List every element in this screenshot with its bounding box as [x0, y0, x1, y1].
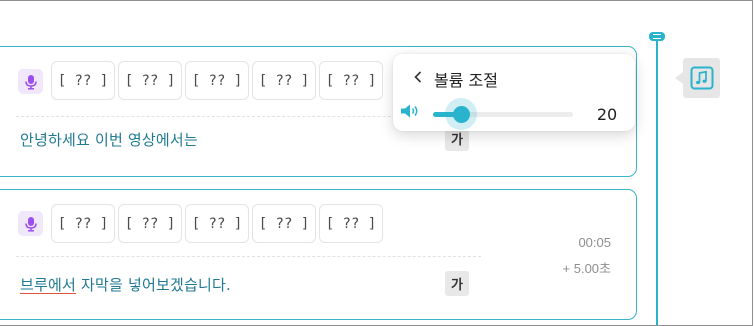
word-chip[interactable]: [ ?? ] — [51, 204, 115, 243]
word-chip[interactable]: [ ?? ] — [319, 61, 383, 100]
divider — [16, 256, 481, 257]
mic-icon[interactable] — [18, 69, 43, 94]
subtitle-text-rest: 자막을 넣어보겠습니다. — [76, 276, 231, 294]
editor-frame: [ ?? ] [ ?? ] [ ?? ] [ ?? ] [ ?? ] 안녕하세요… — [0, 0, 753, 326]
mic-icon[interactable] — [18, 211, 43, 236]
word-chip[interactable]: [ ?? ] — [252, 61, 316, 100]
text-style-button[interactable]: 가 — [445, 271, 469, 296]
word-chip[interactable]: [ ?? ] — [319, 204, 383, 243]
word-chip[interactable]: [ ?? ] — [252, 204, 316, 243]
word-chip[interactable]: [ ?? ] — [118, 61, 182, 100]
volume-slider[interactable] — [433, 98, 573, 130]
duration: + 5.00초 — [562, 261, 611, 276]
word-chip[interactable]: [ ?? ] — [185, 204, 249, 243]
chevron-left-icon[interactable] — [411, 69, 425, 85]
subtitle-card[interactable]: [ ?? ] [ ?? ] [ ?? ] [ ?? ] [ ?? ] 브루에서 … — [0, 189, 637, 320]
music-note-icon — [690, 66, 713, 90]
start-time: 00:05 — [578, 235, 611, 250]
word-chip[interactable]: [ ?? ] — [51, 61, 115, 100]
playhead-handle[interactable] — [649, 32, 665, 41]
subtitle-text[interactable]: 안녕하세요 이번 영상에서는 — [20, 129, 198, 150]
spellcheck-word[interactable]: 브루에서 — [20, 276, 76, 294]
subtitle-text[interactable]: 브루에서 자막을 넣어보겠습니다. — [20, 274, 231, 295]
bgm-track-button[interactable] — [675, 58, 720, 98]
volume-value[interactable]: 20 — [586, 101, 628, 127]
word-chip[interactable]: [ ?? ] — [185, 61, 249, 100]
word-chip[interactable]: [ ?? ] — [118, 204, 182, 243]
volume-popup: 볼륨 조절 20 — [393, 54, 635, 131]
timeline-playhead-line — [656, 41, 658, 325]
volume-title: 볼륨 조절 — [434, 71, 498, 90]
volume-slider-thumb[interactable] — [452, 106, 470, 123]
speaker-icon[interactable] — [400, 103, 420, 119]
